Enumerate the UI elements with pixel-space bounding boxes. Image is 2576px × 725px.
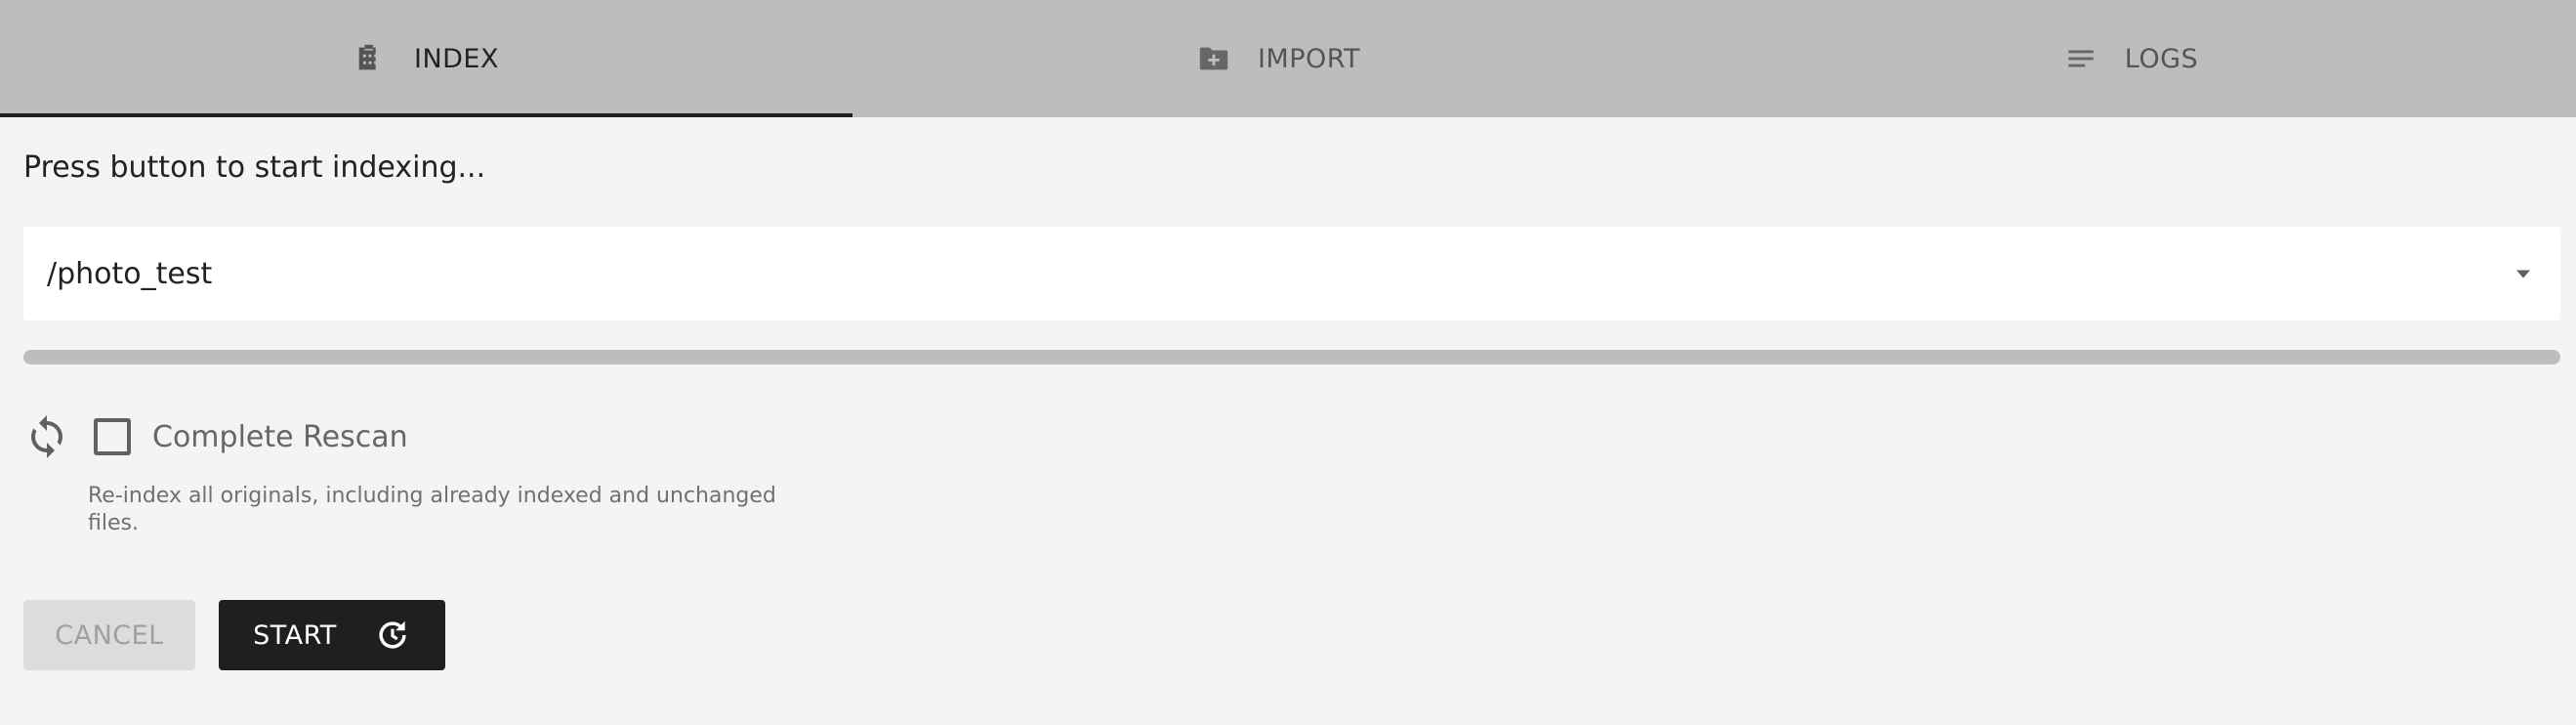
start-button-label: START	[253, 619, 337, 651]
complete-rescan-row: Complete Rescan	[23, 412, 408, 461]
folder-plus-icon	[1197, 42, 1230, 75]
notes-icon	[2064, 42, 2098, 75]
tab-import[interactable]: IMPORT	[852, 0, 1705, 117]
folder-select[interactable]: /photo_test	[23, 227, 2560, 320]
complete-rescan-label[interactable]: Complete Rescan	[152, 420, 408, 454]
index-status-text: Press button to start indexing...	[23, 150, 486, 185]
tab-index-label: INDEX	[413, 43, 499, 74]
film-folder-icon	[353, 42, 387, 75]
chevron-down-icon[interactable]	[2510, 260, 2537, 287]
cancel-button[interactable]: CANCEL	[23, 600, 195, 670]
update-icon	[374, 617, 411, 654]
tab-bar: INDEX IMPORT LOGS	[0, 0, 2576, 117]
tab-logs-label: LOGS	[2124, 43, 2199, 74]
folder-select-value: /photo_test	[47, 256, 213, 291]
tab-import-label: IMPORT	[1257, 43, 1361, 74]
sync-icon	[23, 413, 70, 460]
start-button[interactable]: START	[219, 600, 445, 670]
complete-rescan-checkbox[interactable]	[94, 418, 131, 455]
tab-logs[interactable]: LOGS	[1705, 0, 2557, 117]
complete-rescan-hint: Re-index all originals, including alread…	[88, 484, 776, 535]
tab-index[interactable]: INDEX	[0, 0, 852, 117]
index-progress-bar	[23, 350, 2560, 364]
